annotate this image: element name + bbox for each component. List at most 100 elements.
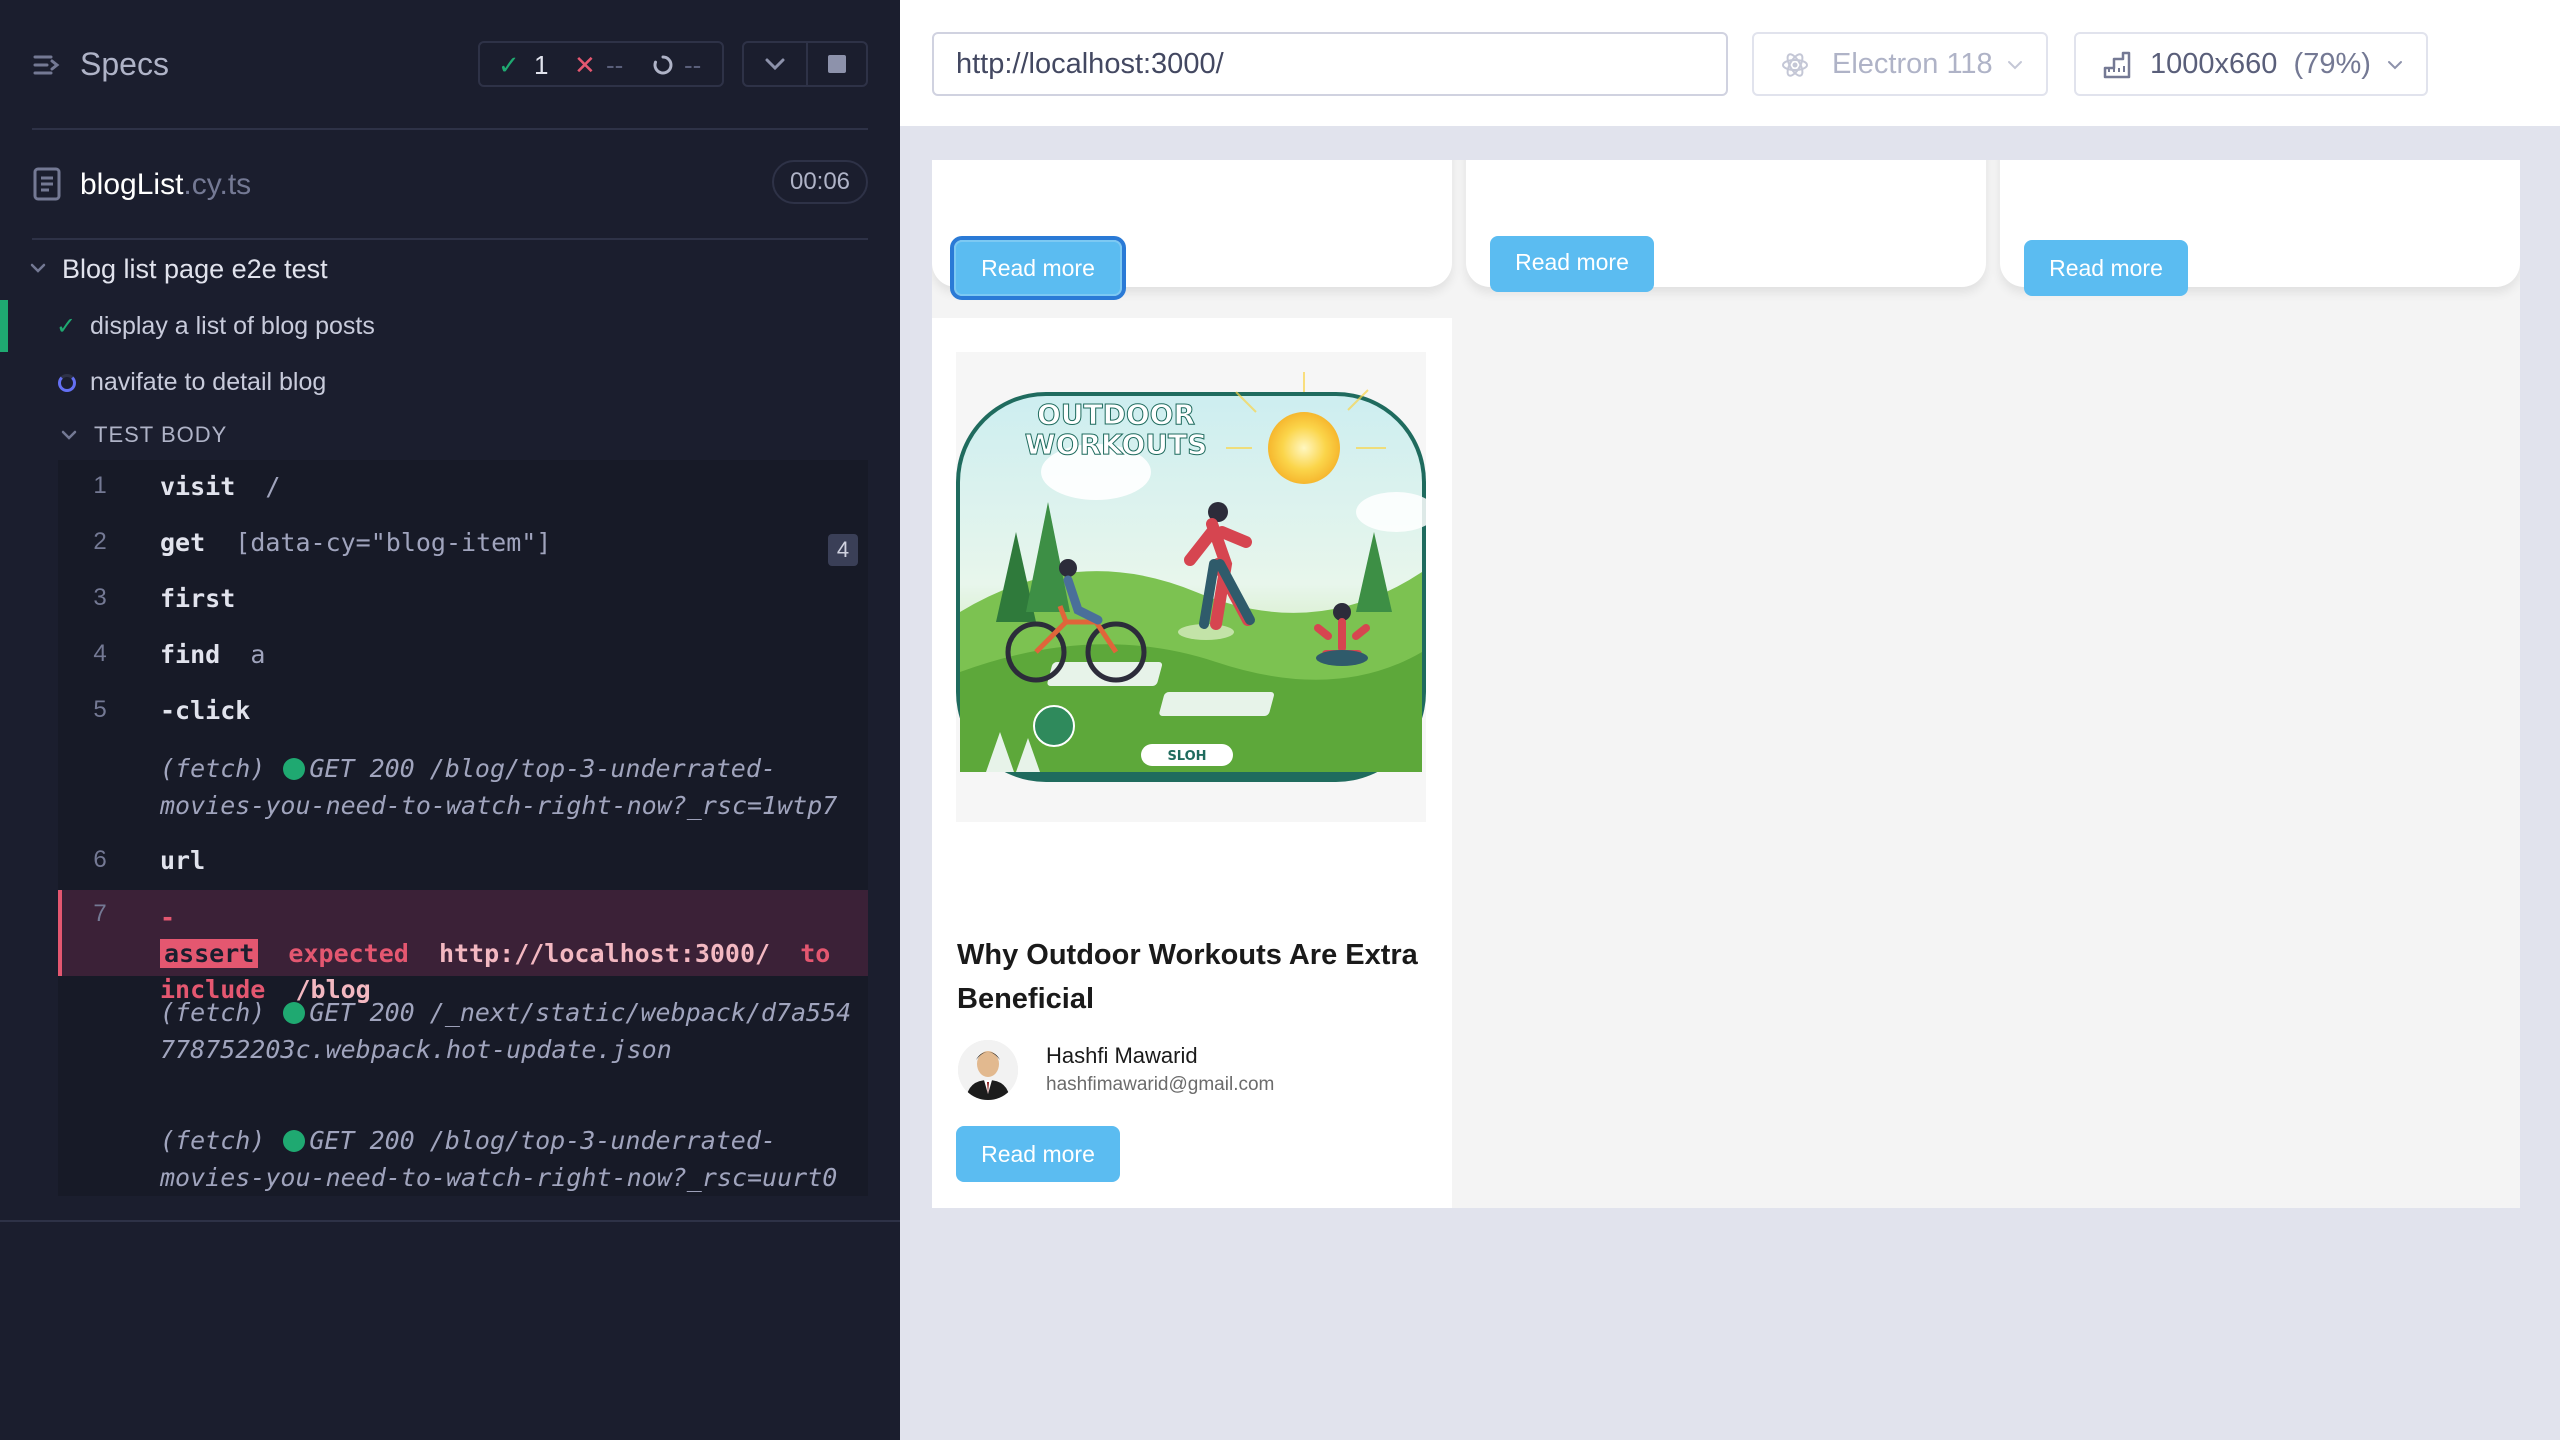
status-dot-icon [283,1002,306,1024]
viewport-label: 1000x660 (79%) [2150,48,2371,81]
command-log: 1 visit / 2 get [data-cy="blog-item"] 4 … [58,460,868,1196]
aut-header: http://localhost:3000/ Electron 118 1000… [900,0,2560,128]
chevron-down-icon [30,263,46,273]
blog-cover-image[interactable]: OUTDOOR WORKOUTS SLOH [956,352,1436,822]
command-row[interactable]: 6 url [58,846,868,886]
command-keyword: url [160,846,206,875]
avatar [958,1040,1018,1100]
command-number: 6 [93,846,107,873]
assert-actual: http://localhost:3000/ [438,939,771,968]
stop-icon [828,55,846,73]
blog-title[interactable]: Why Outdoor Workouts Are Extra Beneficia… [957,933,1427,1021]
chevron-down-icon [61,430,77,440]
command-keyword: visit [160,472,236,501]
browser-label: Electron 118 [1832,48,1993,80]
command-name: get [data-cy="blog-item"] [160,528,551,557]
browser-selector[interactable]: Electron 118 [1752,32,2048,96]
test-label: navifate to detail blog [90,368,327,396]
suite-title: Blog list page e2e test [62,254,328,284]
command-row[interactable]: 2 get [data-cy="blog-item"] 4 [58,528,868,568]
run-controls [742,41,868,87]
command-number: 4 [93,640,107,667]
test-label: display a list of blog posts [90,312,375,340]
spec-file-ext: .cy.ts [183,168,252,201]
command-number: 7 [93,900,107,927]
command-name: find a [160,640,265,669]
duration-badge: 00:06 [772,160,868,204]
ruler-icon [2103,51,2131,79]
command-prefix: - [160,903,176,932]
read-more-button[interactable]: Read more [2024,240,2188,296]
command-name: visit / [160,472,280,501]
pending-icon [653,55,673,75]
read-more-button[interactable]: Read more [956,1126,1120,1182]
author-name: Hashfi Mawarid [1046,1043,1198,1068]
reporter-panel: Specs ✓ 1 ✕ -- -- blogList.cy.ts 00:06 B… [0,0,900,1440]
collapse-button[interactable] [744,43,806,85]
suite-row[interactable]: Blog list page e2e test [0,248,900,292]
electron-icon [1782,53,1808,77]
author-photo [958,1040,1018,1100]
command-number: 2 [93,528,107,555]
spec-file-row: blogList.cy.ts 00:06 [0,130,900,238]
command-row[interactable]: 4 find a [58,640,868,680]
command-number: 3 [93,584,107,611]
test-row-passed[interactable]: ✓ display a list of blog posts [0,300,900,352]
chevron-down-icon [2388,61,2402,70]
check-icon: ✓ [56,313,77,340]
fetch-prefix: (fetch) [160,998,266,1027]
chevron-down-icon [2008,61,2022,70]
outdoor-workouts-illustration: OUTDOOR WORKOUTS SLOH [956,372,1436,782]
failed-count: -- [606,50,624,80]
read-more-button[interactable]: Read more [1490,236,1654,292]
stop-button[interactable] [808,43,866,85]
passed-count: 1 [534,50,549,80]
element-count-badge: 4 [828,534,858,566]
stats-summary: ✓ 1 ✕ -- -- [478,41,724,87]
command-row-failed[interactable]: 7 - assert expected http://localhost:3000… [58,890,868,1004]
fetch-log-entry[interactable]: (fetch) GET 200 /blog/top-3-underrated-mo… [160,750,860,824]
command-keyword: find [160,640,221,669]
image-text: OUTDOOR [1037,398,1195,431]
assert-badge: assert [160,939,259,968]
test-body-label: TEST BODY [94,422,228,447]
document-icon [33,167,61,201]
viewport-scale: (79%) [2293,48,2371,80]
blog-card: Read more [1466,160,1986,292]
command-arg: [data-cy="blog-item"] [235,528,552,557]
chevron-down-icon [765,58,785,71]
command-keyword: -click [160,696,251,725]
blog-card: Read more [2000,160,2520,296]
fetch-prefix: (fetch) [160,754,266,783]
test-body-header[interactable]: TEST BODY [0,416,900,456]
spec-file-basename: blogList [80,168,184,201]
image-badge: SLOH [1167,749,1206,764]
fetch-log-entry[interactable]: (fetch) GET 200 /blog/top-3-underrated-mo… [160,1122,860,1196]
fetch-prefix: (fetch) [160,1126,266,1155]
command-row[interactable]: 1 visit / [58,472,868,512]
viewport-selector[interactable]: 1000x660 (79%) [2074,32,2428,96]
url-bar[interactable]: http://localhost:3000/ [932,32,1728,96]
command-arg: / [265,472,281,501]
app-under-test: Read more Read more Read more OUTDOOR WO… [932,160,2520,1208]
check-icon: ✓ [498,50,520,80]
assert-word: to [800,939,831,968]
command-row[interactable]: 5 -click [58,696,868,736]
test-row-running[interactable]: navifate to detail blog [0,356,900,408]
image-text: WORKOUTS [1025,428,1208,461]
specs-header: Specs ✓ 1 ✕ -- -- [0,0,900,128]
fail-indicator [58,890,62,976]
specs-list-icon[interactable] [32,50,62,80]
spinner-icon [58,374,76,392]
fetch-log-entry[interactable]: (fetch) GET 200 /_next/static/webpack/d7a… [160,994,860,1068]
divider [32,238,868,240]
command-number: 5 [93,696,107,723]
command-keyword: get [160,528,206,557]
divider [0,1220,900,1222]
status-dot-icon [283,1130,306,1152]
author-email: hashfimawarid@gmail.com [1046,1074,1275,1095]
command-row[interactable]: 3 first [58,584,868,624]
assert-word: expected [288,939,409,968]
command-number: 1 [93,472,107,499]
blog-card: OUTDOOR WORKOUTS SLOH Why Outdoor Workou… [932,318,1452,1208]
